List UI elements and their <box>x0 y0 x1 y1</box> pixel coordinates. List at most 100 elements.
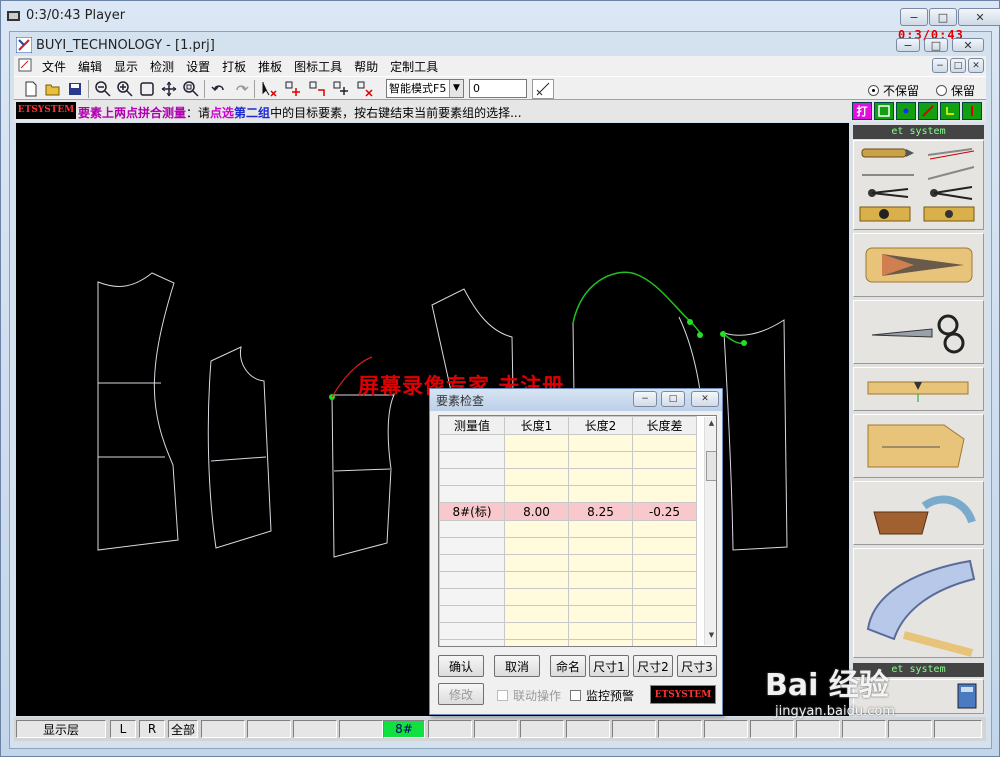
value-cell[interactable] <box>632 434 697 452</box>
app-minimize-button[interactable]: − <box>896 38 920 52</box>
menu-custom-tools[interactable]: 定制工具 <box>384 58 444 75</box>
radio-keep[interactable]: 保留 <box>936 82 975 99</box>
size-slot[interactable] <box>247 720 291 738</box>
col-header-diff[interactable]: 长度差 <box>632 416 697 435</box>
table-row[interactable] <box>439 554 697 572</box>
row-label-cell[interactable] <box>439 622 505 640</box>
rename-button[interactable]: 命名 <box>550 655 586 677</box>
right-side-button[interactable]: R <box>139 720 165 738</box>
table-row[interactable]: 8#(标) 8.00 8.25 -0.25 <box>439 502 697 521</box>
value-cell[interactable] <box>568 485 633 503</box>
size-slot[interactable] <box>339 720 383 738</box>
value-cell[interactable] <box>504 485 569 503</box>
size-slot[interactable] <box>566 720 610 738</box>
dialog-maximize-button[interactable]: □ <box>661 391 685 407</box>
row-label-cell[interactable] <box>439 468 505 486</box>
row-label-cell[interactable] <box>439 571 505 589</box>
value-input[interactable]: 0 <box>469 79 527 98</box>
layer-button[interactable]: 显示层 <box>16 720 106 738</box>
scroll-up-icon[interactable]: ▲ <box>706 419 716 430</box>
value-cell[interactable] <box>504 588 569 606</box>
point-add-icon[interactable] <box>284 80 302 98</box>
linked-operation-checkbox[interactable]: 联动操作 <box>497 687 561 704</box>
size-slot[interactable] <box>428 720 472 738</box>
mode-rect-icon[interactable] <box>874 102 894 120</box>
grid-scrollbar[interactable]: ▲ ▼ <box>704 417 716 645</box>
table-row[interactable] <box>439 468 697 486</box>
menu-file[interactable]: 文件 <box>36 58 72 75</box>
table-row[interactable] <box>439 639 697 646</box>
scroll-thumb[interactable] <box>706 451 716 481</box>
curve-ruler-tool[interactable] <box>853 548 984 658</box>
zoom-window-icon[interactable] <box>182 80 200 98</box>
table-row[interactable] <box>439 571 697 589</box>
row-label-cell[interactable] <box>439 520 505 538</box>
value-cell[interactable] <box>632 554 697 572</box>
size-slot[interactable] <box>293 720 337 738</box>
player-minimize-button[interactable]: − <box>900 8 928 26</box>
value-cell[interactable] <box>568 468 633 486</box>
save-icon[interactable] <box>66 80 84 98</box>
row-label-cell[interactable] <box>439 485 505 503</box>
size-slot[interactable] <box>888 720 932 738</box>
value-cell[interactable] <box>632 588 697 606</box>
app-close-button[interactable]: ✕ <box>952 38 984 52</box>
menu-help[interactable]: 帮助 <box>348 58 384 75</box>
player-close-button[interactable]: ✕ <box>958 8 1000 26</box>
value-cell[interactable] <box>568 520 633 538</box>
menu-grading[interactable]: 推板 <box>252 58 288 75</box>
value-cell[interactable] <box>568 622 633 640</box>
measure-tool-icon[interactable] <box>532 79 554 99</box>
fabric-tool[interactable] <box>853 481 984 545</box>
mode-point-icon[interactable] <box>896 102 916 120</box>
grain-line-tool[interactable] <box>853 414 984 478</box>
undo-icon[interactable] <box>210 80 228 98</box>
value-cell[interactable] <box>504 571 569 589</box>
col-header-length2[interactable]: 长度2 <box>568 416 633 435</box>
value-cell[interactable]: -0.25 <box>632 502 697 521</box>
table-row[interactable] <box>439 537 697 555</box>
dart-tool-group[interactable] <box>853 233 984 297</box>
size-slot[interactable] <box>201 720 245 738</box>
table-row[interactable] <box>439 434 697 452</box>
mode-pattern-button[interactable]: 打 <box>852 102 872 120</box>
col-header-length1[interactable]: 长度1 <box>504 416 569 435</box>
all-button[interactable]: 全部 <box>168 720 198 738</box>
value-cell[interactable] <box>568 451 633 469</box>
scissors-tool[interactable] <box>853 300 984 364</box>
value-cell[interactable] <box>632 468 697 486</box>
value-cell[interactable] <box>632 605 697 623</box>
value-cell[interactable] <box>568 571 633 589</box>
cancel-button[interactable]: 取消 <box>494 655 540 677</box>
table-row[interactable] <box>439 520 697 538</box>
new-file-icon[interactable] <box>22 80 40 98</box>
value-cell[interactable]: 8.00 <box>504 502 569 521</box>
value-cell[interactable] <box>632 520 697 538</box>
redo-icon[interactable] <box>232 80 250 98</box>
player-maximize-button[interactable]: □ <box>929 8 957 26</box>
value-cell[interactable] <box>568 434 633 452</box>
dialog-minimize-button[interactable]: − <box>633 391 657 407</box>
row-label-cell[interactable] <box>439 588 505 606</box>
open-folder-icon[interactable] <box>44 80 62 98</box>
size-slot[interactable] <box>750 720 794 738</box>
row-label-cell[interactable]: 8#(标) <box>439 502 505 521</box>
table-row[interactable] <box>439 588 697 606</box>
doc-close-button[interactable]: ✕ <box>968 58 984 73</box>
value-cell[interactable] <box>568 605 633 623</box>
row-label-cell[interactable] <box>439 605 505 623</box>
table-row[interactable] <box>439 622 697 640</box>
value-cell[interactable] <box>504 468 569 486</box>
menu-icon-tools[interactable]: 图标工具 <box>288 58 348 75</box>
row-label-cell[interactable] <box>439 451 505 469</box>
value-cell[interactable] <box>568 588 633 606</box>
value-cell[interactable] <box>632 571 697 589</box>
doc-maximize-button[interactable]: □ <box>950 58 966 73</box>
table-row[interactable] <box>439 451 697 469</box>
confirm-button[interactable]: 确认 <box>438 655 484 677</box>
mode-line-icon[interactable] <box>918 102 938 120</box>
value-cell[interactable] <box>568 554 633 572</box>
dialog-close-button[interactable]: ✕ <box>691 391 719 407</box>
value-cell[interactable] <box>632 485 697 503</box>
point-insert-icon[interactable] <box>332 80 350 98</box>
